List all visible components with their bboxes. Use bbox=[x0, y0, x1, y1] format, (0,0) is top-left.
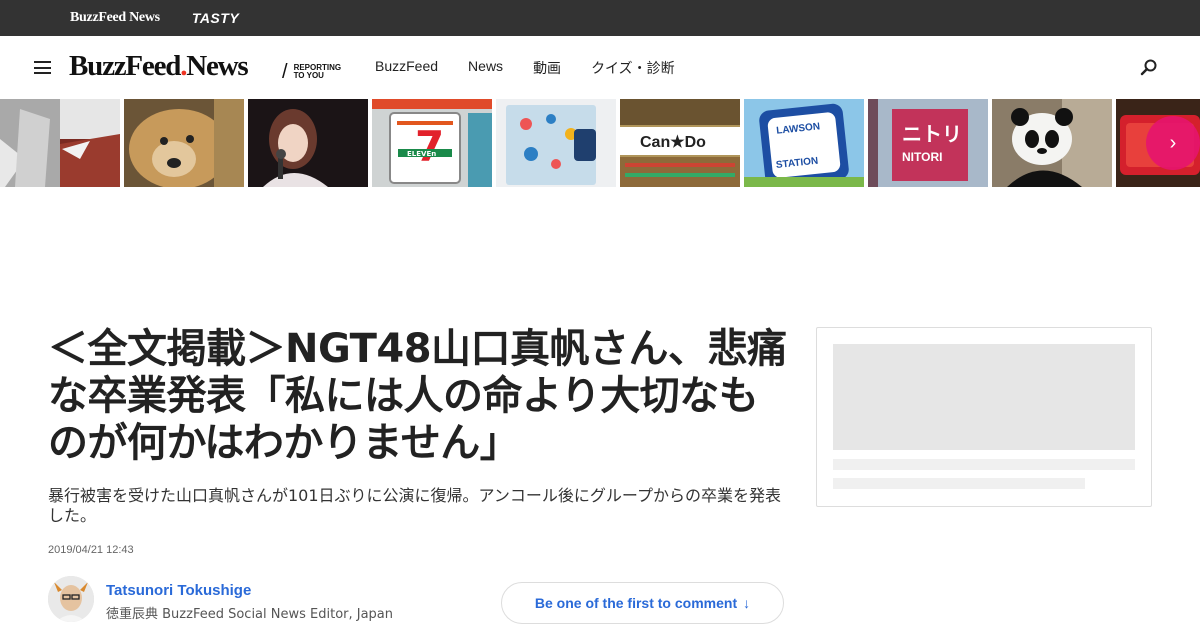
thumb-idol-microphone[interactable] bbox=[248, 99, 368, 187]
thumb-panda[interactable] bbox=[992, 99, 1112, 187]
thumb-seven-eleven[interactable]: 7 ELEVEn bbox=[372, 99, 492, 187]
nav-link-news[interactable]: News bbox=[468, 58, 503, 78]
top-network-bar: BuzzFeed News TASTY bbox=[0, 0, 1200, 36]
svg-text:NITORI: NITORI bbox=[902, 150, 942, 164]
placeholder-text-line bbox=[833, 459, 1135, 470]
comment-button[interactable]: Be one of the first to comment ↓ bbox=[501, 582, 784, 624]
thumb-notebook[interactable] bbox=[496, 99, 616, 187]
comment-button-label: Be one of the first to comment bbox=[534, 595, 738, 611]
nav-links: BuzzFeed News 動画 クイズ・診断 bbox=[375, 58, 705, 78]
thumb-dog[interactable] bbox=[124, 99, 244, 187]
svg-text:Can★Do: Can★Do bbox=[640, 134, 706, 151]
logo-tagline: / REPORTING TO YOU bbox=[282, 62, 354, 82]
tasty-network-link[interactable]: TASTY bbox=[192, 10, 239, 26]
nav-link-quiz[interactable]: クイズ・診断 bbox=[591, 58, 675, 78]
placeholder-image bbox=[833, 344, 1135, 450]
tagline-text: REPORTING TO YOU bbox=[293, 63, 342, 80]
thumb-cando[interactable]: Can★Do bbox=[620, 99, 740, 187]
tagline-slash: / bbox=[282, 61, 288, 83]
svg-text:7: 7 bbox=[415, 122, 444, 171]
logo-news: News bbox=[186, 50, 248, 82]
nav-link-buzzfeed[interactable]: BuzzFeed bbox=[375, 58, 438, 78]
buzzfeed-news-network-link[interactable]: BuzzFeed News bbox=[70, 10, 160, 26]
sidebar-placeholder-card bbox=[816, 327, 1152, 507]
author-avatar[interactable] bbox=[48, 576, 94, 622]
thumb-nitori[interactable]: ニトリ NITORI bbox=[868, 99, 988, 187]
svg-text:ELEVEn: ELEVEn bbox=[407, 150, 436, 158]
arrow-down-icon: ↓ bbox=[743, 595, 751, 611]
author-name-link[interactable]: Tatsunori Tokushige bbox=[106, 582, 251, 599]
placeholder-text-line bbox=[833, 478, 1085, 489]
chevron-right-icon: › bbox=[1169, 131, 1177, 154]
hamburger-menu-icon[interactable] bbox=[34, 61, 51, 74]
nav-link-video[interactable]: 動画 bbox=[533, 58, 561, 78]
site-logo[interactable]: BuzzFeed.News bbox=[69, 50, 249, 83]
trending-thumbnail-strip: 7 ELEVEn Can★Do LAWSON STATION ニトリ NITOR… bbox=[0, 99, 1200, 187]
author-role: 徳重辰典 BuzzFeed Social News Editor, Japan bbox=[106, 607, 394, 622]
main-nav: BuzzFeed.News / REPORTING TO YOU BuzzFee… bbox=[0, 36, 1200, 99]
carousel-next-button[interactable]: › bbox=[1146, 116, 1200, 170]
publish-date: 2019/04/21 12:43 bbox=[48, 544, 134, 556]
logo-buzzfeed: BuzzFeed bbox=[69, 50, 181, 82]
article-headline: ＜全文掲載＞NGT48山口真帆さん、悲痛な卒業発表「私には人の命より大切なものが… bbox=[48, 326, 787, 466]
article-dek: 暴行被害を受けた山口真帆さんが101日ぶりに公演に復帰。アンコール後にグループか… bbox=[48, 486, 781, 525]
svg-text:ニトリ: ニトリ bbox=[902, 122, 962, 146]
thumb-lawson[interactable]: LAWSON STATION bbox=[744, 99, 864, 187]
thumb-storefront-flooded[interactable] bbox=[0, 99, 120, 187]
search-icon[interactable] bbox=[1139, 58, 1159, 78]
